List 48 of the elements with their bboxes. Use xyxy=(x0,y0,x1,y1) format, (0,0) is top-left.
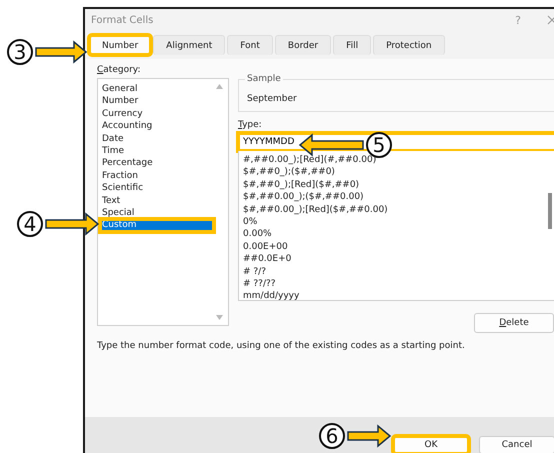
category-item[interactable]: Scientific xyxy=(100,183,144,194)
category-item[interactable]: Special xyxy=(100,208,134,218)
close-icon[interactable] xyxy=(547,15,554,25)
sample-value: September xyxy=(247,94,297,104)
category-item[interactable]: Number xyxy=(100,96,138,106)
category-item[interactable]: Accounting xyxy=(100,121,152,132)
category-item[interactable]: Date xyxy=(100,134,124,144)
format-item[interactable]: ##0.0E+0 xyxy=(243,253,292,266)
ok-button[interactable]: OK xyxy=(393,436,469,453)
format-item[interactable]: # ?/? xyxy=(243,266,266,278)
tab[interactable]: Protection xyxy=(373,35,445,55)
format-item[interactable]: $#,##0_);[Red]($#,##0) xyxy=(243,178,360,192)
window-title: Format Cells xyxy=(91,14,154,26)
category-item[interactable]: Time xyxy=(100,146,124,156)
arrow-icon xyxy=(347,424,392,448)
format-item[interactable]: $#,##0.00_);($#,##0.00) xyxy=(243,191,364,204)
category-label: Category: xyxy=(97,65,141,75)
category-item[interactable]: Percentage xyxy=(100,158,153,168)
scrollbar-thumb[interactable] xyxy=(548,193,552,229)
tab[interactable]: Border xyxy=(274,35,332,55)
step-number: 4 xyxy=(17,211,43,237)
format-item[interactable]: 0.00% xyxy=(243,228,272,241)
hint-text: Type the number format code, using one of the existing codes as a starting point. xyxy=(97,341,466,351)
format-item[interactable]: 0.00E+00 xyxy=(243,240,288,254)
scroll-up-icon[interactable] xyxy=(216,84,223,89)
arrow-icon xyxy=(45,212,100,236)
format-item[interactable]: # ??/?? xyxy=(243,278,276,290)
format-item[interactable]: mm/dd/yyyy xyxy=(243,290,300,303)
category-item[interactable]: Currency xyxy=(100,108,143,119)
scroll-down-icon[interactable] xyxy=(216,315,223,320)
category-item[interactable]: General xyxy=(100,84,138,94)
delete-button[interactable]: Delete xyxy=(474,313,554,333)
format-item[interactable]: 0% xyxy=(243,216,258,228)
type-label: Type: xyxy=(238,120,262,130)
tab[interactable]: Number xyxy=(89,35,152,55)
tab[interactable]: Alignment xyxy=(153,35,226,55)
category-item[interactable]: Custom xyxy=(100,219,214,232)
tab[interactable]: Font xyxy=(227,35,273,55)
format-item[interactable]: $#,##0.00_);[Red]($#,##0.00) xyxy=(243,204,388,216)
arrow-icon xyxy=(35,40,88,64)
category-item[interactable]: Text xyxy=(100,196,120,206)
category-item[interactable]: Fraction xyxy=(100,170,138,181)
arrow-icon xyxy=(298,133,364,157)
cancel-button[interactable]: Cancel xyxy=(479,436,554,453)
step-number: 3 xyxy=(7,39,33,65)
format-item[interactable]: $#,##0_);($#,##0) xyxy=(243,166,335,179)
sample-label: Sample xyxy=(245,74,283,84)
tab[interactable]: Fill xyxy=(333,35,372,55)
